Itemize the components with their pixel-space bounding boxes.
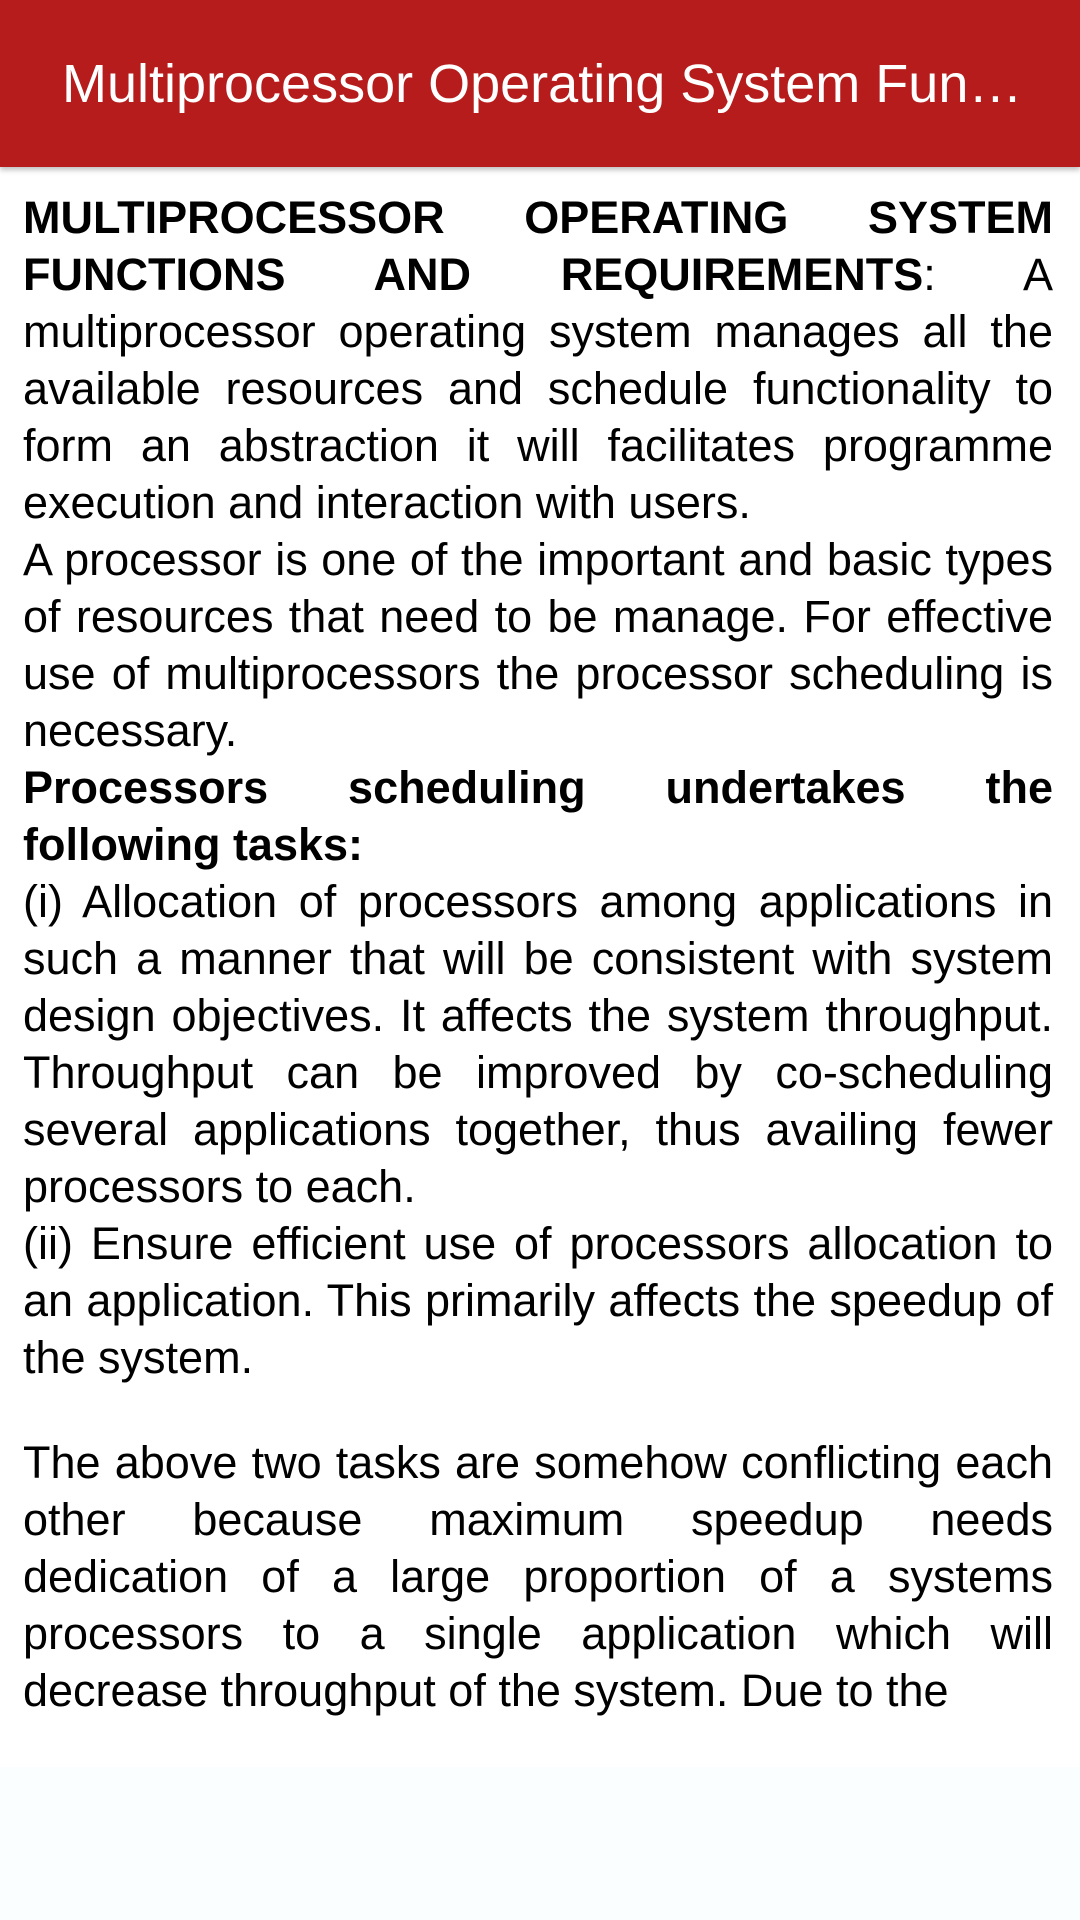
intro-heading: MULTIPROCESSOR OPERATING SYSTEM FUNCTION… [23,192,1053,300]
page-title: Multiprocessor Operating System Function… [62,54,1040,114]
processor-paragraph: A processor is one of the important and … [23,534,1053,756]
app-bar: Multiprocessor Operating System Function… [0,0,1080,167]
intro-colon: : [923,249,936,300]
article-body: MULTIPROCESSOR OPERATING SYSTEM FUNCTION… [23,189,1053,1719]
conflict-paragraph: The above two tasks are somehow conflict… [23,1437,1053,1716]
task-item-1: (i) Allocation of processors among appli… [23,876,1053,1212]
tasks-heading-text: Processors scheduling undertakes the fol… [23,762,1053,870]
article-scroll-view[interactable]: MULTIPROCESSOR OPERATING SYSTEM FUNCTION… [0,167,1080,1767]
intro-paragraph: MULTIPROCESSOR OPERATING SYSTEM FUNCTION… [23,189,1053,531]
tasks-heading: Processors scheduling undertakes the fol… [23,759,1053,873]
task-item-2: (ii) Ensure efficient use of processors … [23,1218,1053,1383]
